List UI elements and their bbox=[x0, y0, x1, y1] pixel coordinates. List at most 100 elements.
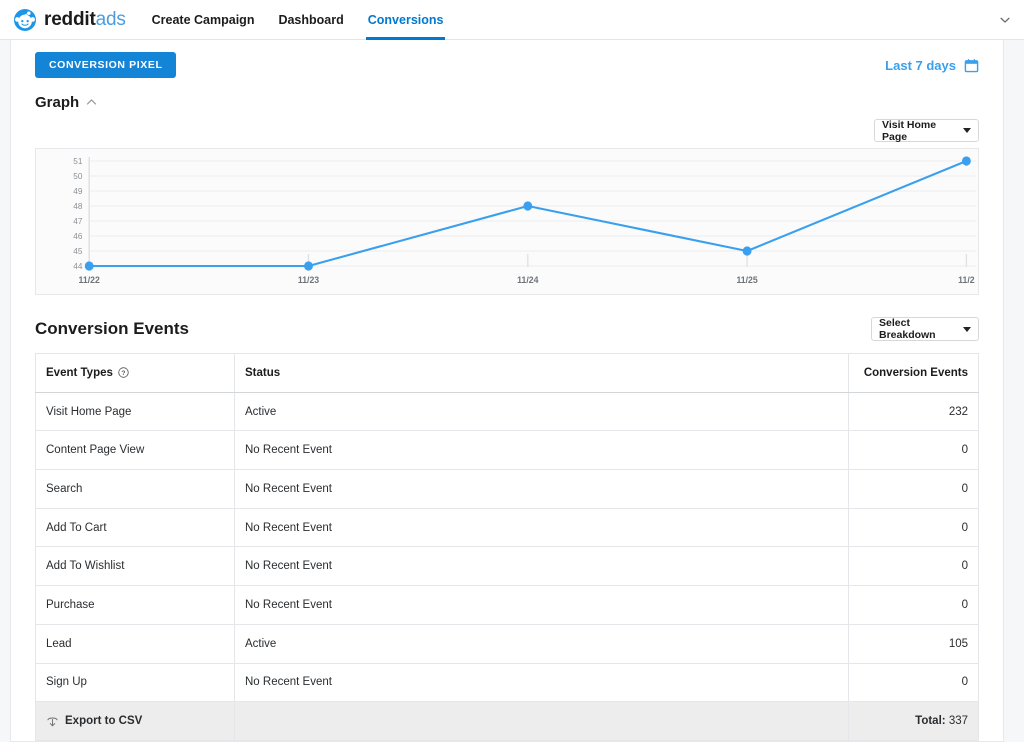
table-row: Content Page View No Recent Event 0 bbox=[35, 430, 979, 471]
main-nav: Create Campaign Dashboard Conversions bbox=[150, 0, 446, 40]
cell-status: No Recent Event bbox=[234, 662, 849, 703]
cell-event-type: Lead bbox=[35, 623, 235, 664]
chevron-up-icon[interactable] bbox=[86, 97, 97, 108]
breakdown-select[interactable]: Select Breakdown bbox=[871, 317, 979, 341]
cell-status: No Recent Event bbox=[234, 546, 849, 587]
cell-status: No Recent Event bbox=[234, 507, 849, 548]
chart-data-point[interactable] bbox=[961, 156, 971, 166]
total-value: 337 bbox=[948, 715, 968, 728]
table-row: Sign Up No Recent Event 0 bbox=[35, 662, 979, 703]
cell-event-type: Purchase bbox=[35, 585, 235, 625]
chart-y-tick-labels: 51 50 49 48 47 46 45 44 bbox=[73, 156, 82, 271]
nav-link-conversions[interactable]: Conversions bbox=[365, 0, 446, 40]
chart-data-point[interactable] bbox=[304, 261, 313, 271]
chart-x-ticks bbox=[307, 254, 968, 267]
chart-x-tick-label: 11/24 bbox=[517, 275, 538, 285]
svg-text:?: ? bbox=[121, 370, 125, 377]
total-label: Total: bbox=[915, 715, 946, 728]
brand-reddit-text: reddit bbox=[44, 9, 96, 30]
cell-status: Active bbox=[234, 623, 849, 664]
table-header-row: Event Types ? Status Conversion Events bbox=[35, 353, 979, 393]
nav-link-dashboard[interactable]: Dashboard bbox=[276, 0, 345, 40]
chart-canvas: 5150494847464544 11/22 11/23 11/24 11/25 11/… bbox=[73, 156, 977, 285]
chart-x-tick-label: 11/22 bbox=[79, 275, 100, 285]
graph-controls: Visit Home Page bbox=[35, 119, 979, 143]
table-footer: Export to CSV Total: 337 bbox=[35, 701, 979, 741]
cell-conversions: 0 bbox=[848, 662, 979, 703]
brand-ads-text: ads bbox=[95, 9, 126, 30]
breakdown-select-value: Select Breakdown bbox=[879, 317, 936, 341]
graph-section-header[interactable]: Graph bbox=[35, 94, 979, 111]
cell-status: No Recent Event bbox=[234, 585, 849, 625]
account-menu-button[interactable] bbox=[998, 13, 1012, 27]
cell-conversions: 0 bbox=[848, 469, 979, 509]
cell-conversions: 0 bbox=[848, 585, 979, 625]
conversion-pixel-button[interactable]: CONVERSION PIXEL bbox=[35, 52, 177, 78]
chart-y-tick-label: 47 bbox=[73, 216, 82, 226]
page-content-card: CONVERSION PIXEL Last 7 days Graph Visit… bbox=[10, 40, 1004, 742]
column-header-event-types: Event Types ? bbox=[35, 353, 235, 393]
export-to-csv-cell[interactable]: Export to CSV bbox=[35, 701, 235, 741]
upload-arrow-icon bbox=[47, 717, 58, 726]
date-range-picker[interactable]: Last 7 days bbox=[885, 58, 979, 73]
chevron-down-icon bbox=[1000, 17, 1010, 23]
info-question-icon[interactable]: ? bbox=[118, 367, 129, 379]
conversions-line-chart: 51 50 49 48 47 46 45 44 11/22 11/23 11/24 11/25 11/… bbox=[35, 148, 979, 295]
reddit-snoo-icon bbox=[14, 8, 36, 31]
cell-conversions: 0 bbox=[848, 546, 979, 587]
nav-link-create-campaign[interactable]: Create Campaign bbox=[150, 0, 257, 40]
table-body: Visit Home Page Active 232 Content Page Vie… bbox=[35, 391, 979, 703]
export-to-csv-button[interactable]: Export to CSV bbox=[46, 715, 224, 728]
table-row: Lead Active 105 bbox=[35, 623, 979, 664]
event-type-select[interactable]: Visit Home Page bbox=[874, 119, 979, 143]
table-row: Search No Recent Event 0 bbox=[35, 469, 979, 509]
conversion-events-table: Event Types ? Status Conversion Events V… bbox=[35, 353, 979, 741]
table-row: Purchase No Recent Event 0 bbox=[35, 585, 979, 625]
cell-conversions: 105 bbox=[848, 623, 979, 664]
cell-conversions: 0 bbox=[848, 507, 979, 548]
table-footer-row: Export to CSV Total: 337 bbox=[35, 701, 979, 741]
cell-status: No Recent Event bbox=[234, 430, 849, 471]
caret-down-icon bbox=[963, 326, 971, 332]
cell-event-type: Sign Up bbox=[35, 662, 235, 703]
chart-y-tick-label: 45 bbox=[73, 246, 82, 256]
cell-event-type: Content Page View bbox=[35, 430, 235, 471]
calendar-icon bbox=[964, 58, 979, 72]
cell-event-type: Add To Cart bbox=[35, 507, 235, 548]
chart-x-tick-label: 11/2 bbox=[958, 275, 975, 285]
chart-y-tick-label: 51 bbox=[73, 156, 82, 166]
table-total-cell: Total: 337 bbox=[848, 701, 979, 741]
reddit-ads-logo[interactable]: redditads bbox=[14, 8, 126, 31]
footer-spacer-cell bbox=[234, 701, 849, 741]
page-toolbar: CONVERSION PIXEL Last 7 days bbox=[35, 40, 979, 78]
cell-event-type: Search bbox=[35, 469, 235, 509]
cell-event-type: Add To Wishlist bbox=[35, 546, 235, 587]
table-row: Add To Cart No Recent Event 0 bbox=[35, 507, 979, 548]
chart-y-tick-label: 48 bbox=[73, 201, 82, 211]
cell-status: Active bbox=[234, 391, 849, 432]
chart-series-line bbox=[88, 159, 968, 268]
cell-conversions: 0 bbox=[848, 430, 979, 471]
chart-y-tick-label: 44 bbox=[73, 261, 82, 271]
caret-down-icon bbox=[963, 128, 971, 133]
top-navbar: redditads Create Campaign Dashboard Conv… bbox=[0, 0, 1024, 40]
chart-y-tick-label: 49 bbox=[73, 186, 82, 196]
chart-data-point[interactable] bbox=[84, 261, 94, 271]
export-to-csv-label: Export to CSV bbox=[65, 715, 143, 728]
table-header: Event Types ? Status Conversion Events bbox=[35, 353, 979, 393]
table-row: Add To Wishlist No Recent Event 0 bbox=[35, 546, 979, 587]
table-row: Visit Home Page Active 232 bbox=[35, 391, 979, 432]
cell-conversions: 232 bbox=[848, 391, 979, 432]
chart-data-point[interactable] bbox=[523, 201, 533, 211]
chart-x-tick-label: 11/23 bbox=[298, 275, 319, 285]
chart-x-tick-labels: 11/22 11/23 11/24 11/25 11/2 bbox=[79, 275, 975, 285]
chart-x-tick-label: 11/25 bbox=[736, 275, 757, 285]
chart-gridlines bbox=[89, 160, 977, 267]
conversion-events-title: Conversion Events bbox=[35, 319, 189, 338]
chart-data-point[interactable] bbox=[742, 246, 752, 256]
cell-status: No Recent Event bbox=[234, 469, 849, 509]
date-range-label: Last 7 days bbox=[885, 57, 956, 73]
column-header-event-types-label: Event Types bbox=[46, 366, 113, 379]
column-header-status: Status bbox=[234, 353, 849, 393]
cell-event-type: Visit Home Page bbox=[35, 391, 235, 432]
